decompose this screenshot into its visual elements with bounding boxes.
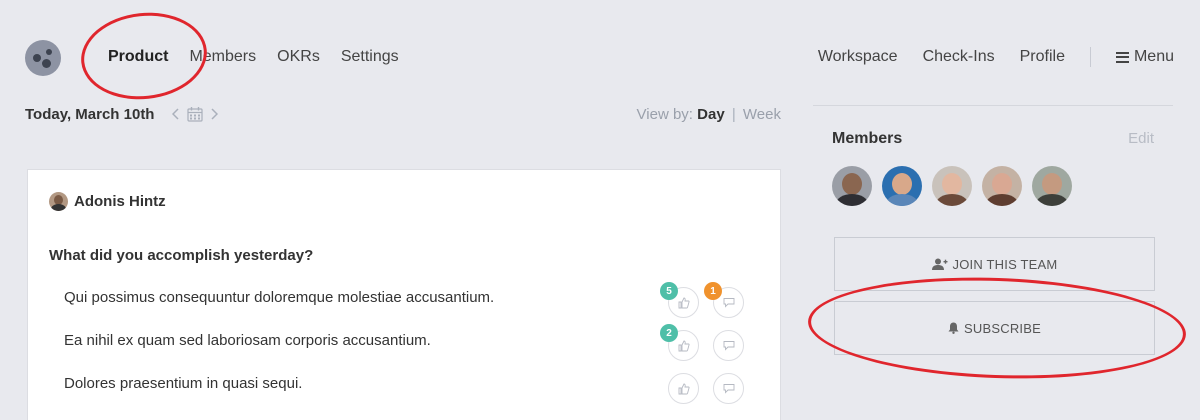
member-avatars [832,166,1072,206]
nav-settings[interactable]: Settings [341,48,399,66]
nav-okrs[interactable]: OKRs [277,48,320,66]
secondary-nav: Workspace Check-Ins Profile Menu [793,47,1174,67]
like-count-badge: 5 [660,282,678,300]
thumbs-up-icon [678,383,690,394]
view-by-label: View by: [636,106,693,123]
thumbs-up-icon [678,340,690,351]
menu-label: Menu [1133,48,1174,65]
comment-count-badge: 1 [704,282,722,300]
nav-divider [1089,47,1091,67]
avatar[interactable] [982,166,1022,206]
sidebar-divider [813,105,1173,106]
like-count-badge: 2 [660,324,678,342]
thumbs-up-icon [678,297,690,308]
answer-text: Ea nihil ex quam sed laboriosam corporis… [64,332,431,349]
comment-button[interactable] [713,373,744,404]
checkin-author: Adonis Hintz [49,192,166,211]
like-button[interactable] [668,373,699,404]
date-title: Today, March 10th [25,106,155,123]
subscribe-button[interactable]: SUBSCRIBE [834,301,1155,355]
chevron-left-icon[interactable] [172,108,180,120]
author-name[interactable]: Adonis Hintz [74,193,166,210]
view-by-toggle: View by: Day | Week [637,106,781,123]
chevron-right-icon[interactable] [210,108,218,120]
bell-icon [948,322,959,334]
calendar-icon[interactable] [187,106,203,122]
logo-icon[interactable] [25,40,61,76]
avatar[interactable] [832,166,872,206]
user-plus-icon [931,258,948,270]
view-day[interactable]: Day [697,106,725,123]
date-navigation [172,106,218,122]
checkin-question: What did you accomplish yesterday? [49,247,314,264]
comment-icon [723,384,734,394]
primary-nav: Product Members OKRs Settings [108,48,399,66]
avatar[interactable] [1032,166,1072,206]
edit-members-link[interactable]: Edit [1128,130,1154,147]
members-heading: Members [832,130,903,147]
subscribe-label: SUBSCRIBE [964,320,1041,336]
comment-icon [723,341,734,351]
join-team-label: JOIN THIS TEAM [952,256,1058,272]
nav-profile[interactable]: Profile [1020,48,1065,66]
nav-check-ins[interactable]: Check-Ins [923,48,995,66]
comment-icon [723,298,734,308]
hamburger-icon [1115,51,1129,63]
avatar [49,192,68,211]
nav-product[interactable]: Product [108,48,168,66]
answer-text: Qui possimus consequuntur doloremque mol… [64,289,495,306]
join-team-button[interactable]: JOIN THIS TEAM [834,237,1155,291]
comment-button[interactable] [713,330,744,361]
menu-button[interactable]: Menu [1115,48,1174,66]
view-separator: | [731,106,736,123]
nav-workspace[interactable]: Workspace [818,48,898,66]
nav-members[interactable]: Members [189,48,256,66]
answer-text: Dolores praesentium in quasi sequi. [64,375,303,392]
avatar[interactable] [932,166,972,206]
checkin-card: Adonis Hintz What did you accomplish yes… [27,169,781,420]
view-week[interactable]: Week [743,106,781,123]
avatar[interactable] [882,166,922,206]
